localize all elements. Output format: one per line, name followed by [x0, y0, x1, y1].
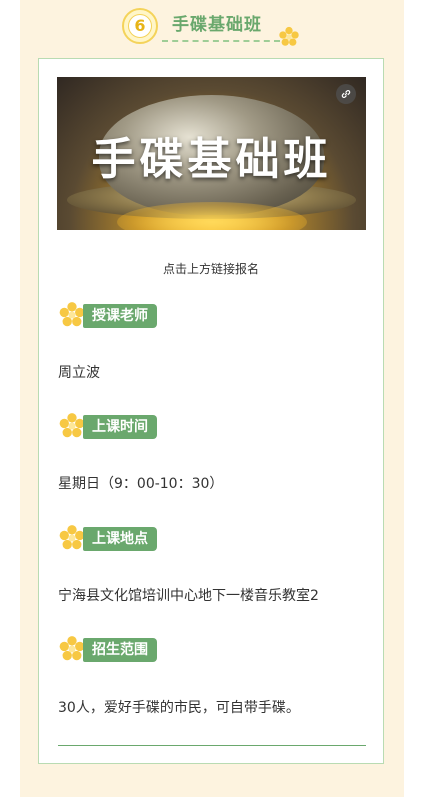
banner-image[interactable]: 手碟基础班 [57, 77, 366, 230]
section-label: 上课时间 [83, 415, 157, 439]
banner-title: 手碟基础班 [91, 134, 332, 185]
flower-icon [59, 302, 85, 327]
section-label: 招生范围 [83, 638, 157, 662]
flower-icon [59, 413, 85, 438]
teacher-name: 周立波 [58, 365, 100, 381]
section-label: 上课地点 [83, 527, 157, 551]
enrollment-scope: 30人，爱好手碟的市民，可自带手碟。 [58, 700, 300, 716]
link-icon[interactable] [336, 84, 356, 104]
flower-icon [279, 26, 299, 46]
header-divider [162, 40, 280, 42]
flower-icon [59, 636, 85, 661]
signup-caption: 点击上方链接报名 [162, 262, 259, 276]
section-label: 授课老师 [83, 304, 157, 328]
number-circle-icon: 6 [122, 8, 158, 44]
class-location: 宁海县文化馆培训中心地下一楼音乐教室2 [58, 588, 319, 604]
section-number: 6 [128, 14, 152, 38]
class-time: 星期日（9：00-10：30） [58, 476, 224, 492]
footer-divider [58, 745, 366, 746]
section-title: 手碟基础班 [172, 15, 262, 35]
section-header: 6 手碟基础班 [0, 0, 440, 56]
flower-icon [59, 525, 85, 550]
